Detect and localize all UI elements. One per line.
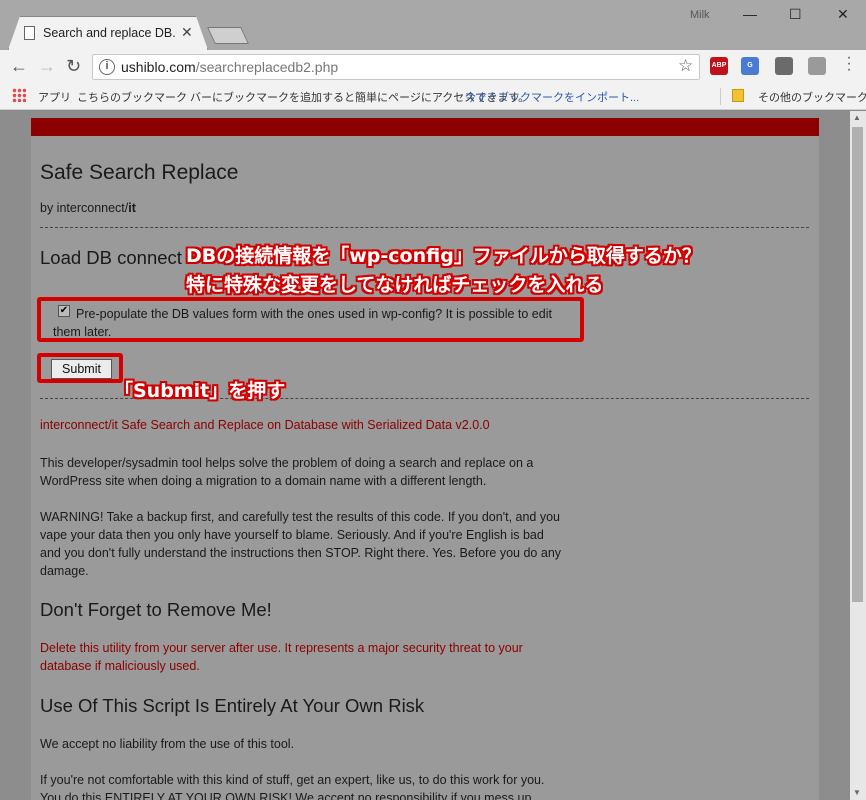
scroll-down-icon[interactable]: ▼	[853, 788, 861, 797]
close-window-icon[interactable]: ✕	[837, 6, 849, 23]
new-tab-button[interactable]	[207, 27, 249, 44]
url-path: /searchreplacedb2.php	[195, 59, 339, 75]
page-icon	[24, 26, 35, 40]
reload-icon[interactable]: ↻	[66, 56, 81, 77]
screenshot-icon[interactable]	[775, 57, 793, 75]
forward-icon[interactable]: →	[38, 56, 56, 77]
header-bar	[31, 118, 819, 136]
tab-title: Search and replace DB.	[43, 26, 176, 40]
expert-text: If you're not comfortable with this kind…	[40, 773, 545, 800]
page-title: Safe Search Replace	[40, 161, 239, 184]
annotation-submit: 「Submit」を押す	[114, 380, 286, 402]
apps-label[interactable]: アプリ	[38, 89, 71, 105]
remove-heading: Don't Forget to Remove Me!	[40, 599, 272, 620]
risk-heading: Use Of This Script Is Entirely At Your O…	[40, 695, 425, 716]
back-icon[interactable]: ←	[10, 56, 28, 77]
minimize-icon[interactable]: —	[743, 6, 757, 22]
folder-icon	[732, 89, 744, 102]
menu-icon[interactable]: · · ·	[846, 50, 852, 78]
byline-prefix: by interconnect/	[40, 201, 129, 215]
url-domain: ushiblo.com	[121, 59, 196, 75]
bookmarks-hint: こちらのブックマーク バーにブックマークを追加すると簡単にページにアクセスできま…	[77, 92, 530, 104]
divider	[40, 227, 809, 228]
url-text[interactable]: ushiblo.com/searchreplacedb2.php	[121, 59, 338, 75]
load-db-heading: Load DB connect	[40, 247, 182, 268]
warning-text: WARNING! Take a backup first, and carefu…	[40, 510, 562, 578]
tab-close-icon[interactable]: ✕	[181, 24, 193, 41]
bookmark-star-icon[interactable]: ☆	[678, 56, 693, 76]
intro-text: This developer/sysadmin tool helps solve…	[40, 456, 534, 488]
cloud-icon[interactable]	[808, 57, 826, 75]
liability-text: We accept no liability from the use of t…	[40, 737, 295, 751]
scroll-thumb[interactable]	[852, 127, 863, 602]
byline-bold: it	[128, 201, 136, 215]
site-info-icon[interactable]: i	[99, 59, 115, 75]
other-bookmarks[interactable]: その他のブックマーク	[758, 89, 866, 105]
prepopulate-label[interactable]: Pre-populate the DB values form with the…	[53, 305, 578, 341]
scroll-up-icon[interactable]: ▲	[853, 113, 861, 122]
abp-icon[interactable]: ABP	[710, 57, 728, 75]
submit-button[interactable]: Submit	[51, 359, 112, 379]
profile-name[interactable]: Milk	[690, 9, 710, 21]
maximize-icon[interactable]: ☐	[789, 6, 802, 23]
bookmarks-divider	[720, 88, 721, 105]
byline: by interconnect/it	[40, 201, 136, 215]
version-line: interconnect/it Safe Search and Replace …	[40, 418, 490, 432]
remove-text: Delete this utility from your server aft…	[40, 641, 523, 673]
apps-icon[interactable]	[12, 88, 26, 102]
translate-icon[interactable]: G	[741, 57, 759, 75]
import-bookmarks-link[interactable]: 今すぐブックマークをインポート...	[465, 89, 639, 105]
annotation-line-2: 特に特殊な変更をしてなければチェックを入れる	[186, 274, 604, 296]
annotation-line-1: DBの接続情報を「wp-config」ファイルから取得するか？	[186, 245, 701, 267]
